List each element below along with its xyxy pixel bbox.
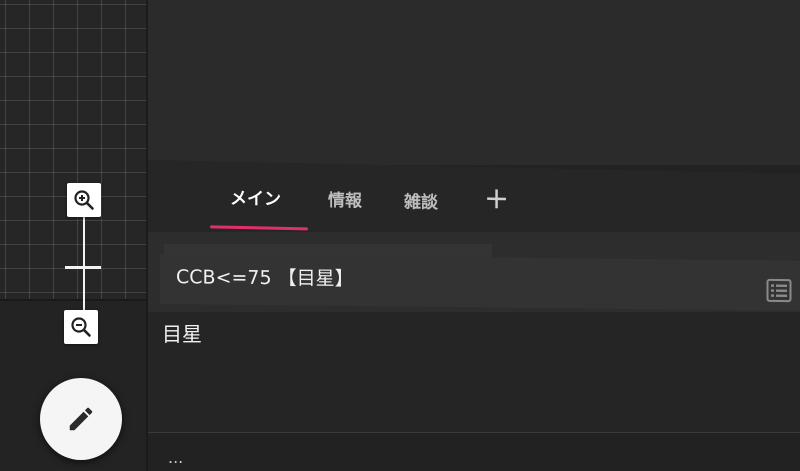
message-text: 目星 bbox=[162, 322, 202, 346]
command-text: CCB<=75 【目星】 bbox=[176, 266, 354, 291]
add-tab-button[interactable]: + bbox=[484, 181, 509, 222]
tab-chat[interactable]: 雑談 bbox=[404, 187, 438, 228]
upper-panel bbox=[148, 0, 800, 165]
zoom-slider-handle[interactable] bbox=[65, 266, 101, 269]
map-grid[interactable] bbox=[0, 0, 160, 300]
list-icon[interactable] bbox=[766, 278, 792, 303]
zoom-in-button[interactable] bbox=[67, 183, 101, 217]
edit-fab-button[interactable] bbox=[40, 378, 122, 460]
active-tab-indicator bbox=[210, 225, 308, 231]
zoom-out-button[interactable] bbox=[64, 310, 98, 344]
tab-main[interactable]: メイン bbox=[230, 184, 281, 225]
board-edge bbox=[0, 299, 146, 301]
command-row[interactable]: CCB<=75 【目星】 bbox=[160, 254, 800, 311]
zoom-slider-track[interactable] bbox=[83, 214, 85, 310]
pencil-icon bbox=[69, 407, 93, 431]
footer-bar bbox=[148, 433, 800, 471]
zoom-out-icon bbox=[71, 317, 91, 337]
footer-ellipsis[interactable]: ... bbox=[168, 448, 183, 467]
zoom-in-icon bbox=[74, 190, 94, 210]
tab-info[interactable]: 情報 bbox=[328, 186, 362, 227]
message-input[interactable] bbox=[148, 312, 800, 432]
